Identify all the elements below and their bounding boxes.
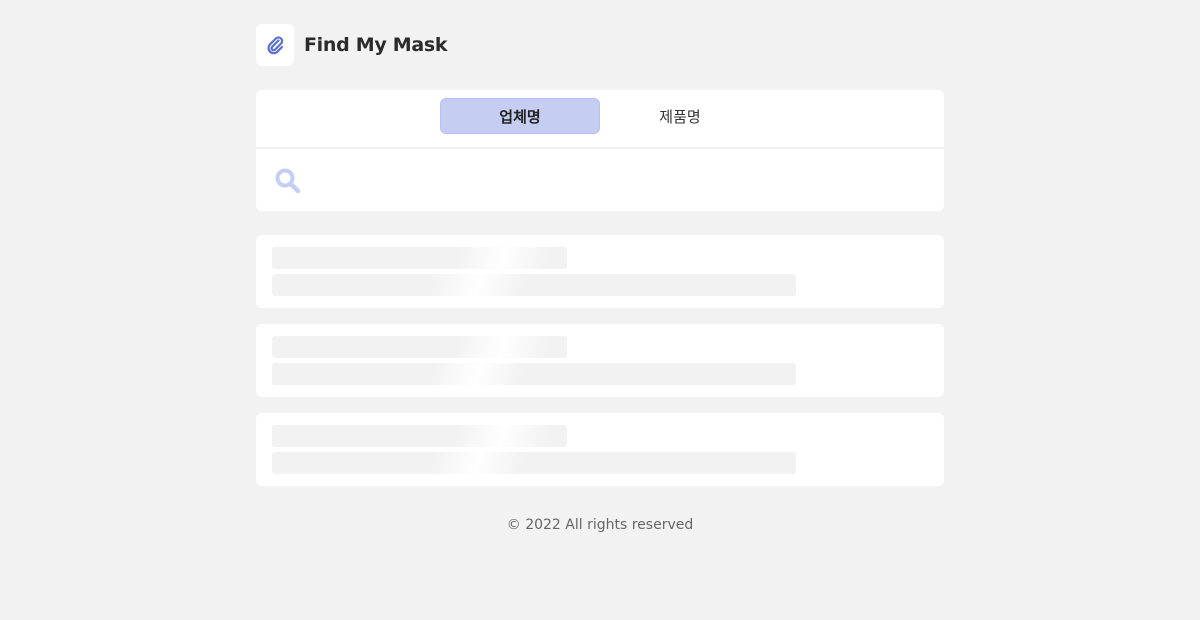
skeleton-title-bar (272, 247, 567, 269)
app-header: Find My Mask (256, 24, 944, 66)
search-panel: 업체명 제품명 (256, 90, 944, 211)
search-row (256, 149, 944, 211)
search-type-tabs: 업체명 제품명 (256, 90, 944, 149)
skeleton-text-bar (272, 274, 796, 296)
result-skeleton-card (256, 324, 944, 397)
result-skeleton-card (256, 235, 944, 308)
paperclip-icon (267, 36, 284, 55)
search-icon[interactable] (274, 167, 302, 195)
result-skeleton-card (256, 413, 944, 486)
skeleton-title-bar (272, 336, 567, 358)
search-input[interactable] (314, 162, 918, 200)
page-container: Find My Mask 업체명 제품명 (256, 24, 944, 486)
tab-product-name[interactable]: 제품명 (600, 98, 760, 134)
skeleton-text-bar (272, 363, 796, 385)
skeleton-title-bar (272, 425, 567, 447)
footer-copyright: © 2022 All rights reserved (506, 517, 694, 533)
app-title: Find My Mask (304, 34, 448, 56)
app-logo[interactable] (256, 24, 294, 66)
skeleton-text-bar (272, 452, 796, 474)
tab-company-name[interactable]: 업체명 (440, 98, 600, 134)
